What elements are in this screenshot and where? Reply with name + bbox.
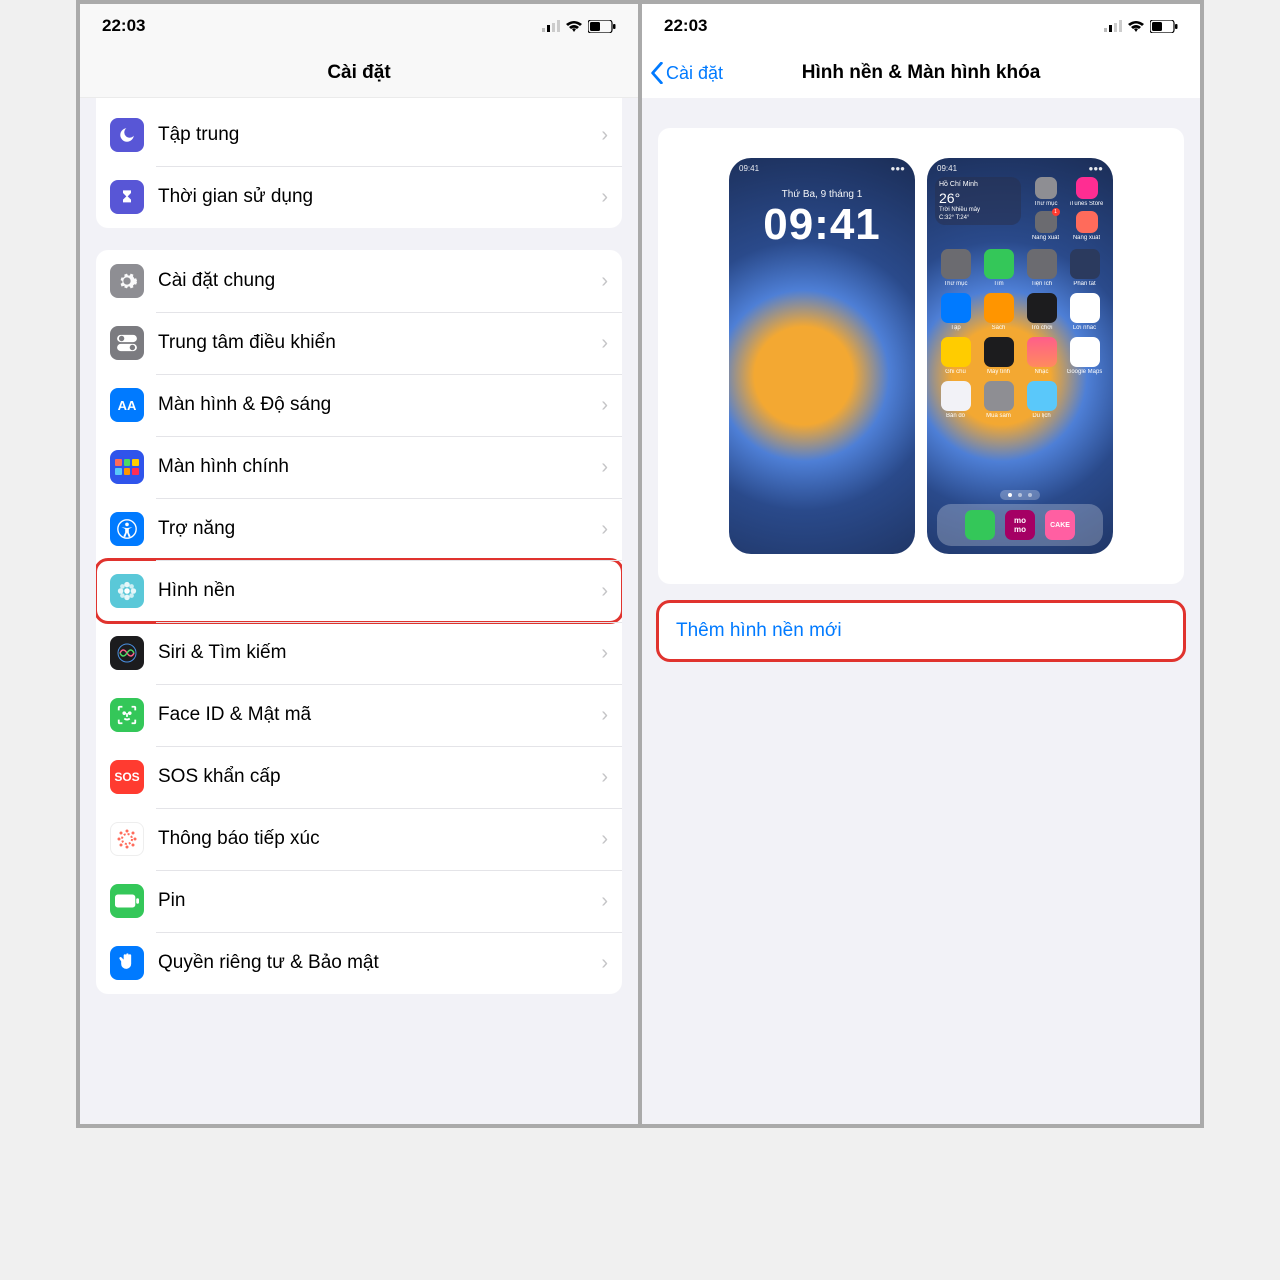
row-label: Hình nền [158,580,601,602]
row-control-center[interactable]: Trung tâm điều khiển › [96,312,622,374]
virus-icon [110,822,144,856]
row-screentime[interactable]: Thời gian sử dụng › [96,166,622,228]
chevron-right-icon: › [601,124,608,147]
add-wallpaper-button[interactable]: Thêm hình nền mới [658,602,1184,660]
grid-icon [110,450,144,484]
row-label: Quyền riêng tư & Bảo mật [158,952,601,974]
chevron-right-icon: › [601,186,608,209]
back-label: Cài đặt [666,63,723,84]
status-bar: 22:03 [642,4,1200,48]
lock-time: 09:41 [763,200,881,250]
moon-icon [110,118,144,152]
status-icons [542,20,616,33]
toggles-icon [110,326,144,360]
chevron-right-icon: › [601,332,608,355]
hand-icon [110,946,144,980]
nav-header: Cài đặt [80,48,638,98]
wallpaper-screen: 22:03 Cài đặt Hình nền & Màn hình khóa 0… [642,4,1200,1124]
lock-date: Thứ Ba, 9 tháng 1 [782,189,863,200]
chevron-right-icon: › [601,394,608,417]
row-label: Trợ năng [158,518,601,540]
battery-icon [588,20,616,33]
row-display[interactable]: AA Màn hình & Độ sáng › [96,374,622,436]
wallpaper-content[interactable]: 09:41●●● Thứ Ba, 9 tháng 1 09:41 09:41●●… [642,98,1200,1124]
dock: momo CAKE [937,504,1103,546]
wallpaper-preview-card: 09:41●●● Thứ Ba, 9 tháng 1 09:41 09:41●●… [658,128,1184,584]
row-label: Pin [158,890,601,912]
lockscreen-preview[interactable]: 09:41●●● Thứ Ba, 9 tháng 1 09:41 [729,158,915,554]
row-label: Trung tâm điều khiển [158,332,601,354]
hourglass-icon [110,180,144,214]
gear-icon [110,264,144,298]
row-faceid[interactable]: Face ID & Mật mã › [96,684,622,746]
row-battery[interactable]: Pin › [96,870,622,932]
faceid-icon [110,698,144,732]
status-bar: 22:03 [80,4,638,48]
chevron-right-icon: › [601,270,608,293]
flower-icon [110,574,144,608]
add-wallpaper-label: Thêm hình nền mới [676,620,842,642]
status-icons [1104,20,1178,33]
chevron-right-icon: › [601,890,608,913]
settings-screen: 22:03 Cài đặt Tập trung › [80,4,638,1124]
page-title: Hình nền & Màn hình khóa [802,62,1041,84]
nav-header: Cài đặt Hình nền & Màn hình khóa [642,48,1200,98]
row-privacy[interactable]: Quyền riêng tư & Bảo mật › [96,932,622,994]
settings-list[interactable]: Tập trung › Thời gian sử dụng › C [80,98,638,1124]
chevron-right-icon: › [601,766,608,789]
row-label: Thông báo tiếp xúc [158,828,601,850]
app-grid: Thứ mục Tìm Tiện ích Phần tắt Tập Sách T… [927,241,1113,427]
row-label: Màn hình chính [158,456,601,478]
chevron-right-icon: › [601,704,608,727]
row-sos[interactable]: SOS SOS khẩn cấp › [96,746,622,808]
siri-icon [110,636,144,670]
weather-widget: Hồ Chí Minh 26° Trời Nhiều mây C:32° T:2… [935,177,1021,225]
row-accessibility[interactable]: Trợ năng › [96,498,622,560]
row-label: Tập trung [158,124,601,146]
row-label: Thời gian sử dụng [158,186,601,208]
homescreen-preview[interactable]: 09:41●●● Hồ Chí Minh 26° Trời Nhiều mây … [927,158,1113,554]
row-label: Màn hình & Độ sáng [158,394,601,416]
sos-icon: SOS [110,760,144,794]
row-siri[interactable]: Siri & Tìm kiếm › [96,622,622,684]
chevron-right-icon: › [601,642,608,665]
chevron-right-icon: › [601,828,608,851]
page-dots [1000,490,1040,500]
signal-icon [542,20,560,32]
chevron-right-icon: › [601,580,608,603]
back-button[interactable]: Cài đặt [650,48,723,98]
chevron-left-icon [650,62,664,84]
row-focus[interactable]: Tập trung › [96,104,622,166]
chevron-right-icon: › [601,456,608,479]
status-time: 22:03 [102,16,145,36]
signal-icon [1104,20,1122,32]
row-label: SOS khẩn cấp [158,766,601,788]
chevron-right-icon: › [601,518,608,541]
row-general[interactable]: Cài đặt chung › [96,250,622,312]
wifi-icon [565,20,583,33]
row-exposure[interactable]: Thông báo tiếp xúc › [96,808,622,870]
page-title: Cài đặt [327,62,390,84]
battery-icon [110,884,144,918]
row-label: Cài đặt chung [158,270,601,292]
wifi-icon [1127,20,1145,33]
row-homescreen[interactable]: Màn hình chính › [96,436,622,498]
row-wallpaper[interactable]: Hình nền › [96,560,622,622]
status-time: 22:03 [664,16,707,36]
chevron-right-icon: › [601,952,608,975]
row-label: Siri & Tìm kiếm [158,642,601,664]
battery-icon [1150,20,1178,33]
row-label: Face ID & Mật mã [158,704,601,726]
accessibility-icon [110,512,144,546]
display-icon: AA [110,388,144,422]
